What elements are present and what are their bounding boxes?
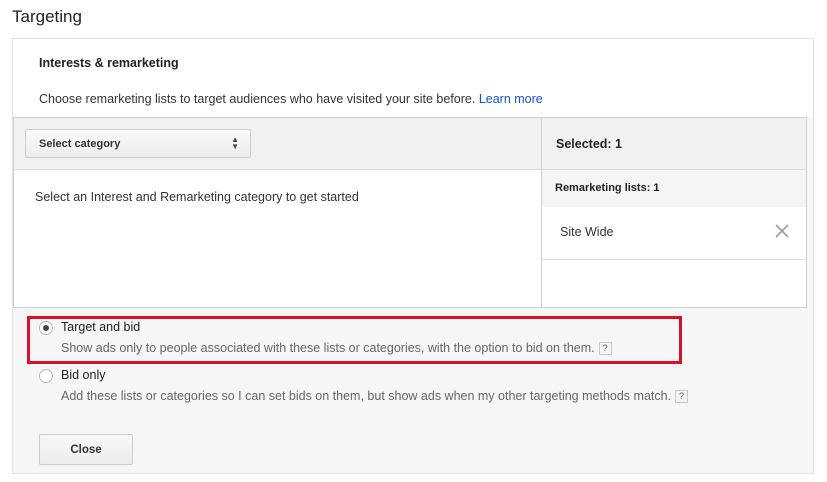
target-and-bid-radio[interactable] — [39, 321, 53, 335]
selected-count: Selected: 1 — [556, 137, 623, 151]
updown-icon: ▲ ▼ — [231, 135, 239, 151]
bid-only-description: Add these lists or categories so I can s… — [61, 389, 689, 404]
targeting-panel: Interests & remarketing Choose remarketi… — [12, 38, 814, 474]
close-icon[interactable] — [772, 221, 792, 241]
close-button[interactable]: Close — [39, 434, 133, 465]
target-and-bid-description-text: Show ads only to people associated with … — [61, 341, 595, 355]
target-and-bid-description: Show ads only to people associated with … — [61, 341, 612, 356]
section-description-text: Choose remarketing lists to target audie… — [39, 92, 476, 106]
selected-pane-header: Selected: 1 — [542, 118, 806, 170]
remarketing-group-header: Remarketing lists: 1 — [542, 170, 806, 207]
empty-state-message: Select an Interest and Remarketing categ… — [35, 190, 359, 204]
category-select[interactable]: Select category ▲ ▼ — [25, 129, 251, 158]
section-header: Interests & remarketing Choose remarketi… — [13, 39, 813, 117]
category-pane-header: Select category ▲ ▼ — [14, 118, 541, 170]
audience-selector: Select category ▲ ▼ Select an Interest an… — [13, 117, 807, 308]
list-item-label: Site Wide — [560, 225, 614, 239]
page-title: Targeting — [12, 7, 82, 26]
list-item: Site Wide — [542, 207, 806, 260]
help-icon[interactable]: ? — [675, 390, 689, 404]
learn-more-link[interactable]: Learn more — [479, 92, 543, 106]
remarketing-group-label: Remarketing lists: 1 — [555, 182, 660, 194]
category-pane: Select category ▲ ▼ Select an Interest an… — [14, 118, 541, 307]
bid-only-label[interactable]: Bid only — [61, 368, 105, 382]
target-and-bid-label[interactable]: Target and bid — [61, 320, 140, 334]
category-select-label: Select category — [39, 138, 121, 150]
section-title: Interests & remarketing — [39, 56, 179, 70]
help-icon[interactable]: ? — [598, 342, 612, 356]
section-description: Choose remarketing lists to target audie… — [39, 92, 543, 106]
selected-pane: Selected: 1 Remarketing lists: 1 Site Wi… — [541, 118, 806, 307]
bid-only-radio[interactable] — [39, 369, 53, 383]
bid-only-description-text: Add these lists or categories so I can s… — [61, 389, 672, 403]
